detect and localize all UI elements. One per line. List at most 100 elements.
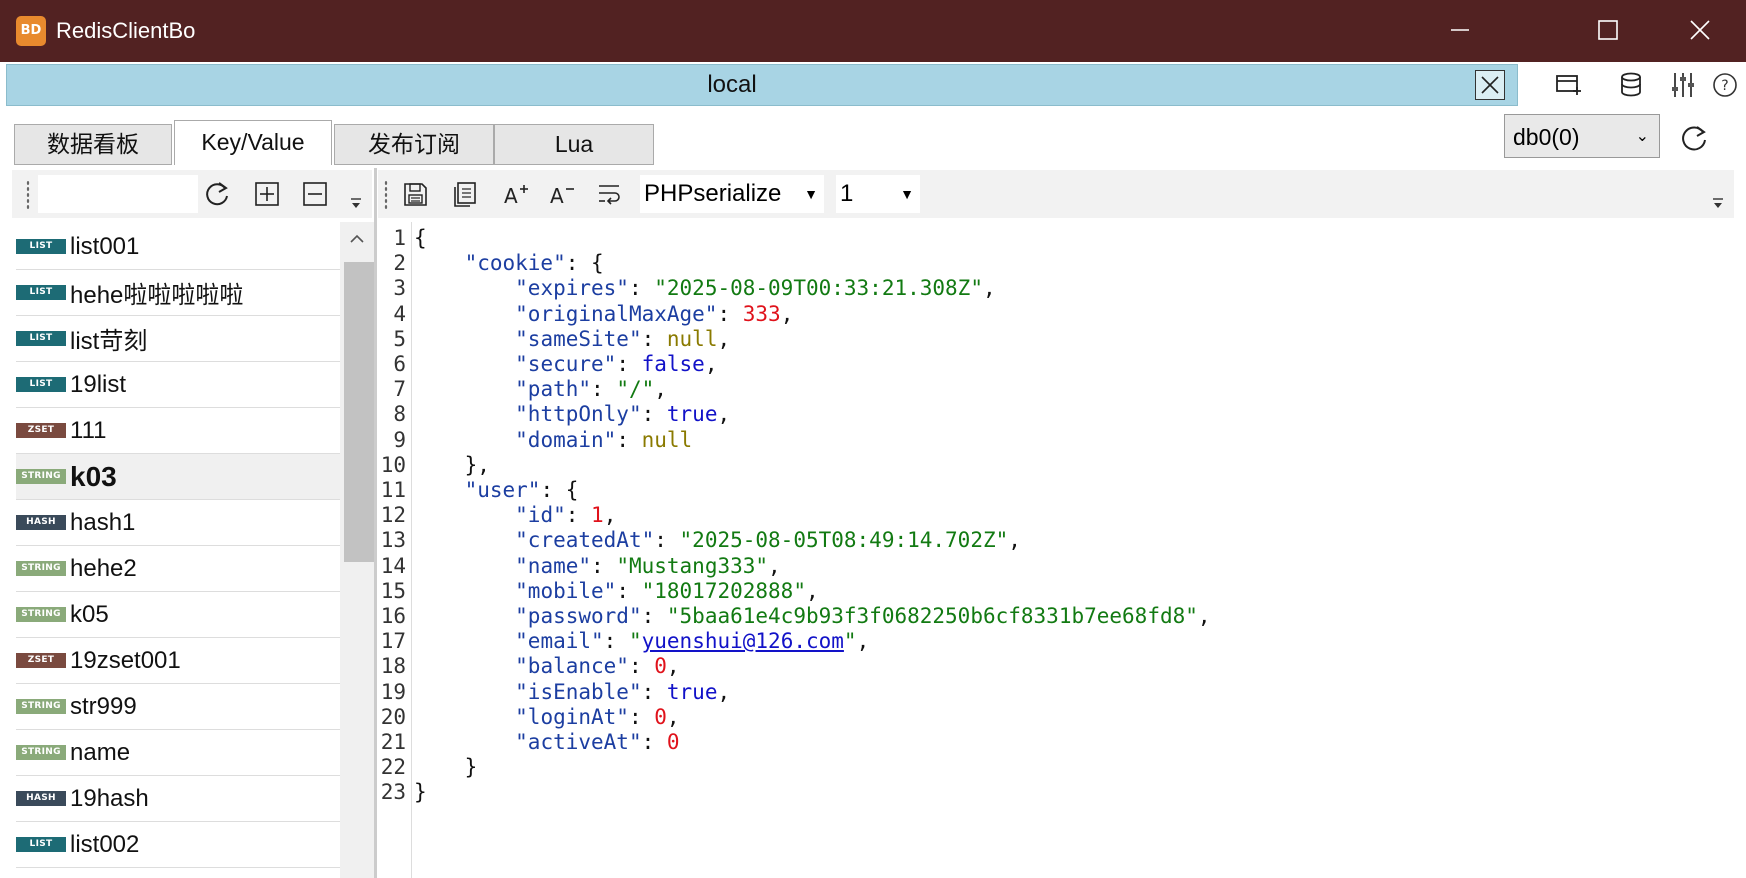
code-token: "2025-08-05T08:49:14.702Z" xyxy=(679,528,1009,553)
code-token: , xyxy=(768,553,781,578)
word-wrap-icon[interactable] xyxy=(592,177,626,211)
value-editor[interactable]: 1{2 "cookie": {3 "expires": "2025-08-09T… xyxy=(378,222,1734,878)
code-text: "password": "5baa61e4c9b93f3f0682250b6cf… xyxy=(414,602,1211,630)
list-item[interactable]: LIST hehe啦啦啦啦啦 xyxy=(16,270,342,316)
type-badge: ZSET xyxy=(16,423,66,438)
code-text: } xyxy=(414,778,427,806)
code-text: }, xyxy=(414,451,490,479)
code-text: "path": "/", xyxy=(414,375,667,403)
line-number: 7 xyxy=(393,377,406,402)
code-token: } xyxy=(414,755,478,780)
panel-splitter[interactable] xyxy=(374,168,377,878)
copy-icon[interactable] xyxy=(448,177,482,211)
code-token: , xyxy=(1197,604,1211,628)
list-item[interactable]: STRING k05 xyxy=(16,592,342,638)
code-text: } xyxy=(414,753,478,781)
type-badge: STRING xyxy=(16,561,66,576)
page-select[interactable]: 1 ▼ xyxy=(836,175,920,213)
list-item[interactable]: STRING k03 xyxy=(16,454,342,500)
toolbar-overflow-icon[interactable] xyxy=(1708,186,1728,220)
code-token: "mobile" xyxy=(515,578,617,603)
code-token: "email" xyxy=(515,629,604,654)
key-search-input[interactable] xyxy=(38,175,198,213)
list-item[interactable]: LIST list001 xyxy=(16,224,342,270)
code-token: : xyxy=(641,604,667,628)
list-item[interactable]: HASH 19hash xyxy=(16,776,342,822)
line-number: 14 xyxy=(380,553,406,578)
code-token: "loginAt" xyxy=(515,704,629,729)
new-window-icon[interactable] xyxy=(1552,68,1586,102)
key-name: k03 xyxy=(70,460,117,492)
code-token: null xyxy=(666,326,718,351)
key-name: hash1 xyxy=(70,508,136,536)
code-token: { xyxy=(414,226,427,250)
caret-down-icon: ▼ xyxy=(804,186,818,202)
code-token: "18017202888" xyxy=(641,578,806,603)
list-item[interactable]: ZSET 111 xyxy=(16,408,342,454)
code-token: "Mustang333" xyxy=(616,553,769,578)
code-token: , xyxy=(1008,528,1021,553)
code-token: : xyxy=(641,402,667,427)
list-item[interactable]: HASH hash1 xyxy=(16,500,342,546)
type-badge: LIST xyxy=(16,377,66,392)
key-name: str999 xyxy=(70,692,137,720)
connection-tab[interactable]: local xyxy=(6,64,1518,106)
scroll-up-icon[interactable] xyxy=(348,230,366,248)
code-text: "user": { xyxy=(414,476,579,504)
key-list-scrollbar[interactable] xyxy=(340,222,374,878)
scrollbar-thumb[interactable] xyxy=(344,262,374,562)
format-select-value: PHPserialize xyxy=(644,180,782,207)
tab-dashboard[interactable]: 数据看板 xyxy=(14,124,172,165)
list-item[interactable]: STRING hehe2 xyxy=(16,546,342,592)
code-token: , xyxy=(856,629,870,654)
email-link[interactable]: yuenshui@126.com xyxy=(642,629,844,653)
maximize-icon[interactable] xyxy=(1588,10,1628,50)
database-icon[interactable] xyxy=(1614,68,1648,102)
tab-lua[interactable]: Lua xyxy=(494,124,654,165)
close-icon[interactable] xyxy=(1680,10,1720,50)
refresh-db-icon[interactable] xyxy=(1676,120,1712,156)
refresh-icon[interactable] xyxy=(200,177,234,211)
key-name: 111 xyxy=(70,416,107,444)
add-key-icon[interactable] xyxy=(250,177,284,211)
font-increase-icon[interactable]: A xyxy=(498,177,532,211)
svg-text:A: A xyxy=(504,184,518,208)
sliders-icon[interactable] xyxy=(1666,68,1700,102)
help-icon[interactable]: ? xyxy=(1708,68,1742,102)
code-token: : xyxy=(641,326,667,351)
close-connection-icon[interactable] xyxy=(1475,70,1505,100)
line-number: 3 xyxy=(393,276,406,301)
code-token: true xyxy=(666,402,718,427)
toolbar-grip-icon[interactable] xyxy=(26,180,30,210)
font-decrease-icon[interactable]: A xyxy=(544,177,578,211)
toolbar-overflow-icon[interactable] xyxy=(346,186,366,220)
toolbar-grip-icon[interactable] xyxy=(384,180,388,210)
key-list-toolbar xyxy=(12,170,372,218)
database-select-value: db0(0) xyxy=(1513,124,1580,150)
line-number: 9 xyxy=(393,427,406,452)
list-item[interactable]: LIST list苛刻 xyxy=(16,316,342,362)
line-number: 20 xyxy=(380,704,406,729)
line-number: 23 xyxy=(380,780,406,805)
database-select[interactable]: db0(0) ⌄ xyxy=(1504,114,1660,158)
minimize-icon[interactable] xyxy=(1440,10,1480,50)
type-badge: HASH xyxy=(16,515,66,530)
list-item[interactable]: ZSET 19zset001 xyxy=(16,638,342,684)
line-number: 10 xyxy=(380,452,406,477)
list-item[interactable]: LIST 19list xyxy=(16,362,342,408)
line-number: 15 xyxy=(380,578,406,603)
line-number: 6 xyxy=(393,352,406,376)
list-item[interactable]: STRING str999 xyxy=(16,684,342,730)
tab-key-value[interactable]: Key/Value xyxy=(174,120,332,165)
key-name: hehe2 xyxy=(70,554,137,582)
save-icon[interactable] xyxy=(398,177,432,211)
list-item[interactable]: STRING name xyxy=(16,730,342,776)
remove-key-icon[interactable] xyxy=(298,177,332,211)
list-item[interactable]: LIST list002 xyxy=(16,822,342,868)
format-select[interactable]: PHPserialize ▼ xyxy=(640,175,824,213)
code-token: "2025-08-09T00:33:21.308Z" xyxy=(654,276,983,301)
tab-pubsub[interactable]: 发布订阅 xyxy=(334,124,494,165)
